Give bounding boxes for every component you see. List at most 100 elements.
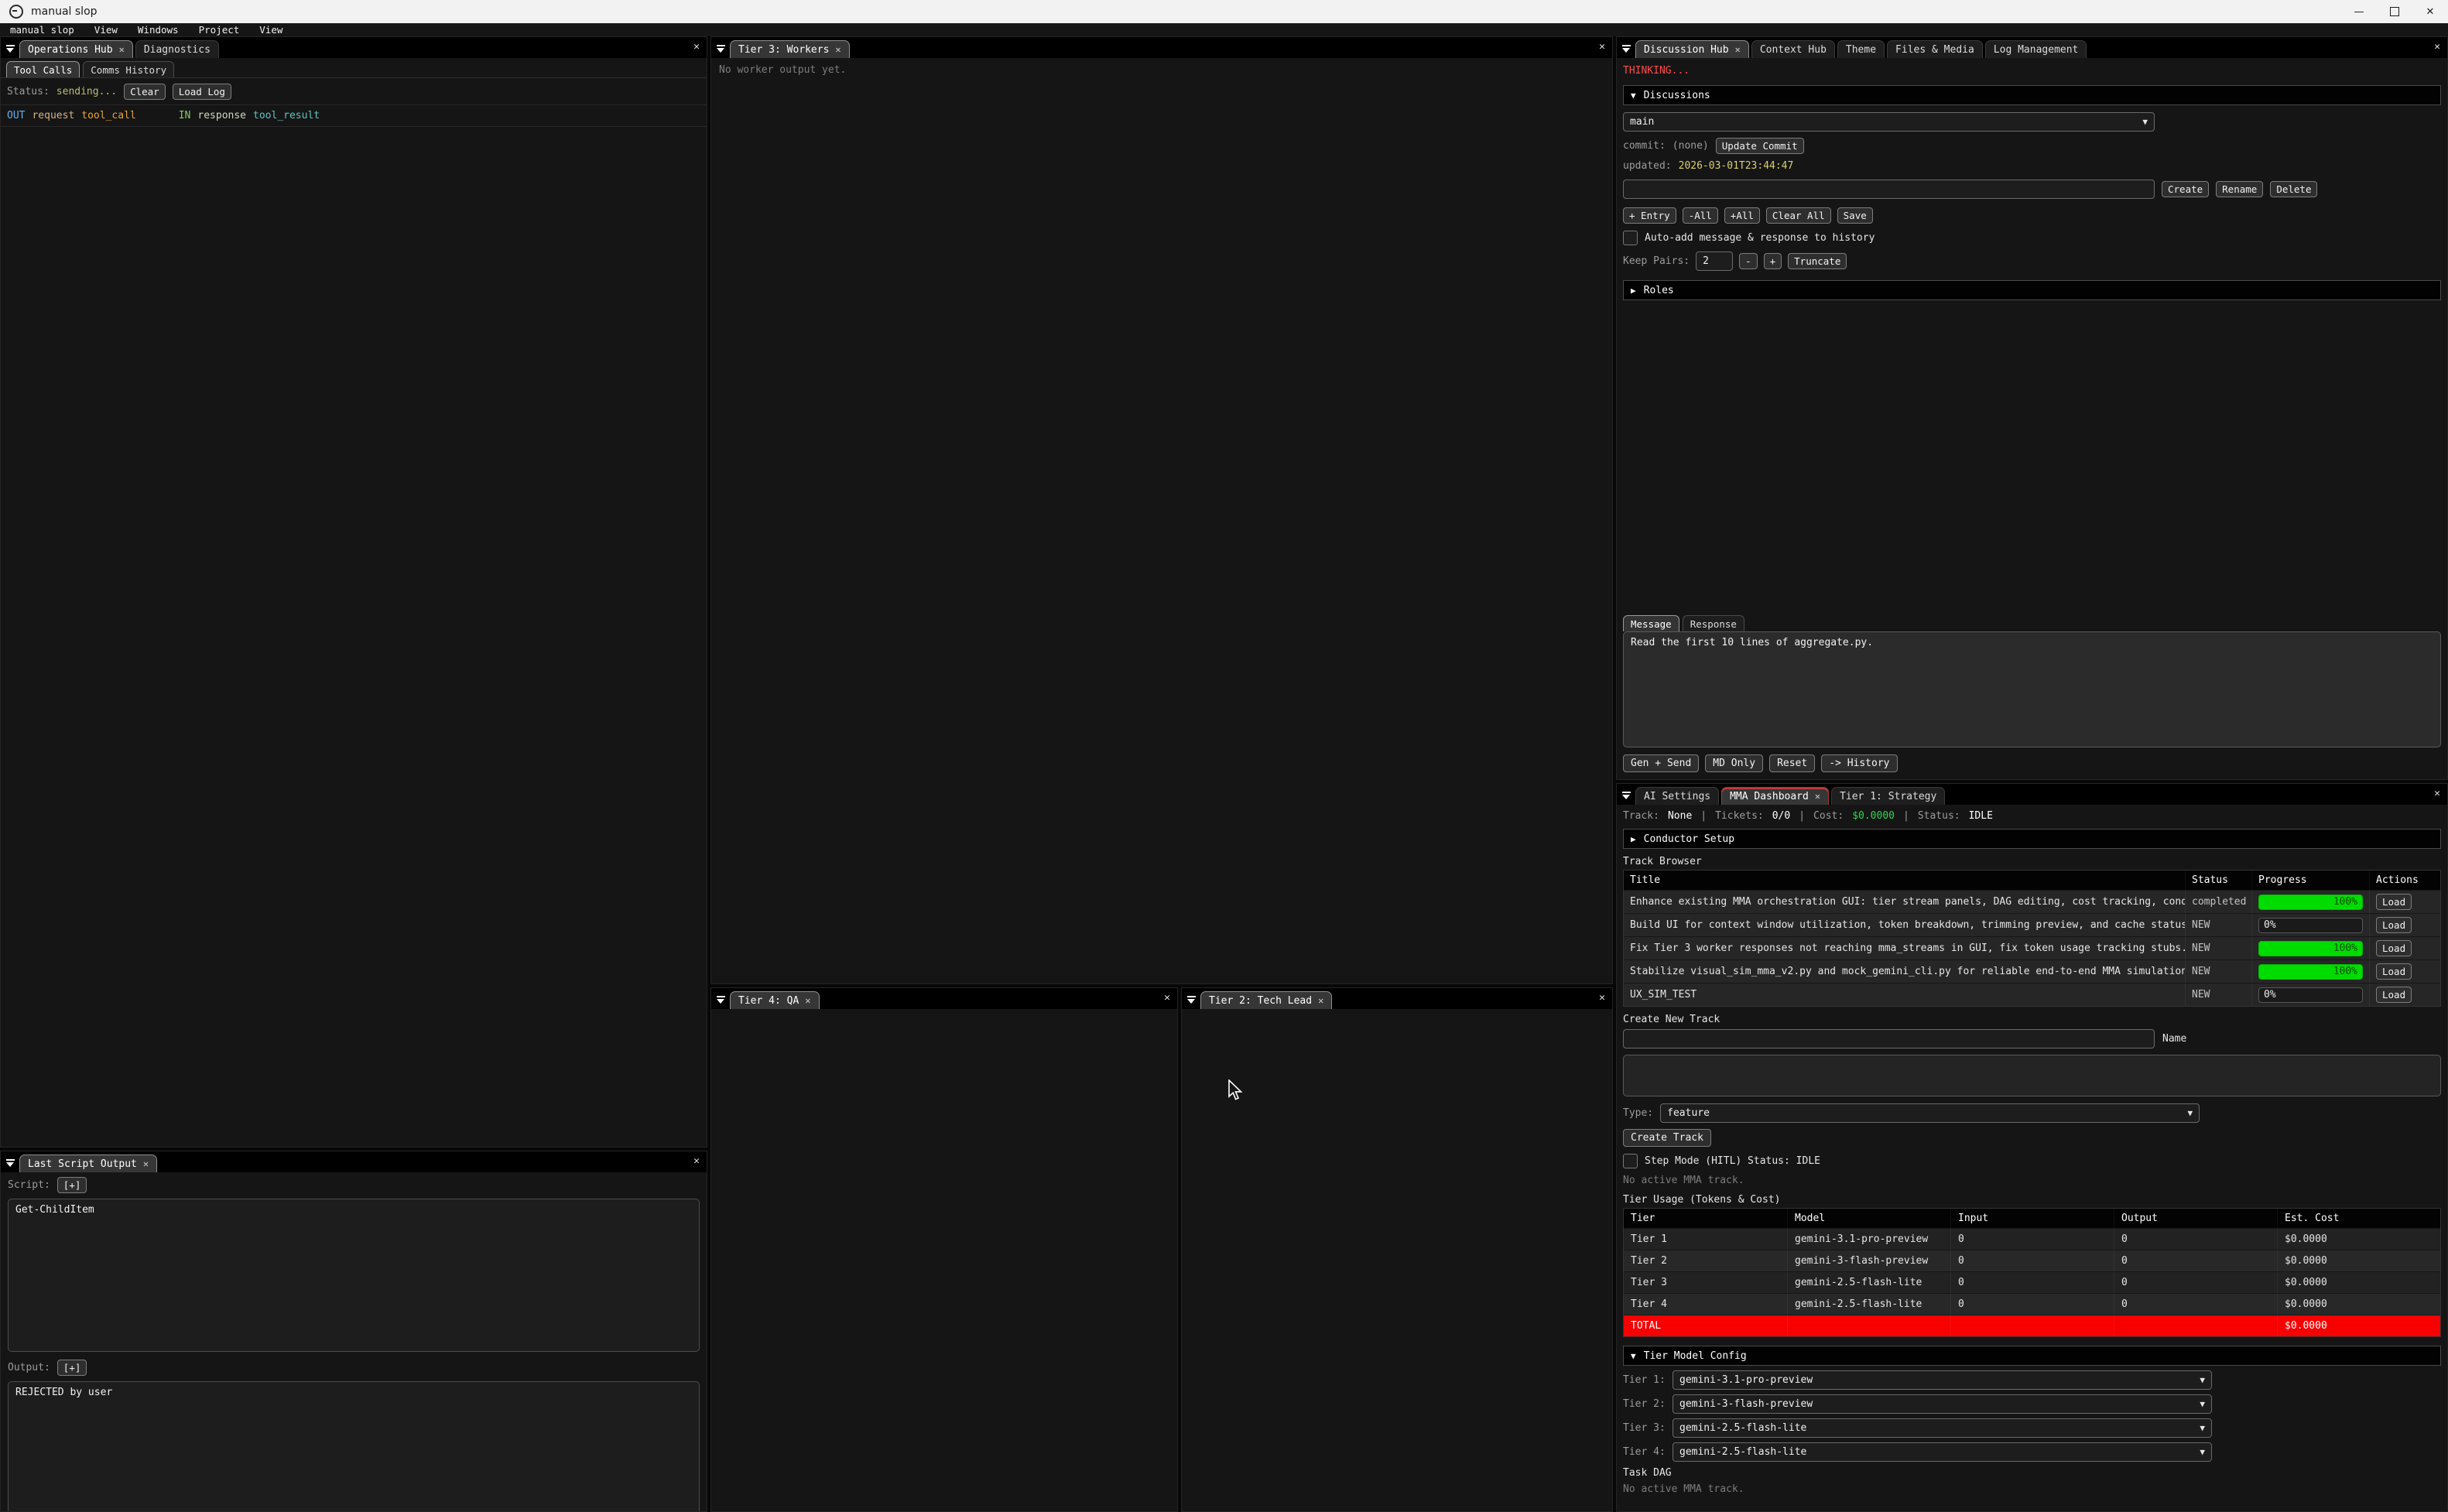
tab-close-icon[interactable]: ✕ <box>119 44 125 55</box>
gen-send-button[interactable]: Gen + Send <box>1623 754 1699 772</box>
tab-close-icon[interactable]: ✕ <box>1735 44 1741 55</box>
tab-close-icon[interactable]: ✕ <box>143 1158 149 1169</box>
dock-menu-icon[interactable] <box>1 39 19 58</box>
tier-model-config-header[interactable]: ▼ Tier Model Config <box>1623 1346 2441 1366</box>
tier2-model-select[interactable]: gemini-3-flash-preview ▼ <box>1673 1394 2212 1414</box>
panel-close-icon[interactable]: ✕ <box>693 41 700 53</box>
load-button[interactable]: Load <box>2376 940 2412 956</box>
truncate-button[interactable]: Truncate <box>1788 253 1847 269</box>
message-tab[interactable]: Message <box>1623 615 1679 631</box>
table-row[interactable]: Fix Tier 3 worker responses not reaching… <box>1624 936 2440 960</box>
collapse-all-button[interactable]: -All <box>1683 207 1718 224</box>
tab-close-icon[interactable]: ✕ <box>1815 791 1820 802</box>
tab-tier3-workers[interactable]: Tier 3: Workers ✕ <box>730 40 850 58</box>
tab-mma-dashboard[interactable]: MMA Dashboard ✕ <box>1721 787 1829 805</box>
conductor-setup-header[interactable]: ▶ Conductor Setup <box>1623 829 2441 849</box>
tab-theme[interactable]: Theme <box>1837 40 1885 58</box>
tab-tier1-strategy[interactable]: Tier 1: Strategy <box>1831 787 1945 805</box>
tab-last-script-output[interactable]: Last Script Output ✕ <box>19 1155 157 1172</box>
load-log-button[interactable]: Load Log <box>173 84 231 100</box>
dock-menu-icon[interactable] <box>1617 39 1635 58</box>
discussions-section-header[interactable]: ▼ Discussions <box>1623 85 2441 105</box>
table-row[interactable]: Enhance existing MMA orchestration GUI: … <box>1624 890 2440 913</box>
tab-close-icon[interactable]: ✕ <box>835 44 841 55</box>
rename-button[interactable]: Rename <box>2216 181 2263 197</box>
panel-close-icon[interactable]: ✕ <box>693 1155 700 1167</box>
table-row[interactable]: UX_SIM_TEST NEW 0% Load <box>1624 983 2440 1006</box>
track-type-select[interactable]: feature ▼ <box>1660 1103 2200 1123</box>
update-commit-button[interactable]: Update Commit <box>1716 138 1804 154</box>
tab-tier4-qa[interactable]: Tier 4: QA ✕ <box>730 991 820 1009</box>
tab-close-icon[interactable]: ✕ <box>1318 995 1323 1006</box>
tab-log-management[interactable]: Log Management <box>1985 40 2087 58</box>
table-row[interactable]: Build UI for context window utilization,… <box>1624 913 2440 936</box>
close-button[interactable]: ✕ <box>2412 0 2448 23</box>
dock-menu-icon[interactable] <box>1 1154 19 1172</box>
dock-menu-icon[interactable] <box>1182 990 1200 1009</box>
tier4-model-select[interactable]: gemini-2.5-flash-lite ▼ <box>1673 1442 2212 1462</box>
expand-all-button[interactable]: +All <box>1724 207 1760 224</box>
load-button[interactable]: Load <box>2376 894 2412 910</box>
tab-close-icon[interactable]: ✕ <box>805 995 810 1006</box>
tab-tier2-techlead[interactable]: Tier 2: Tech Lead ✕ <box>1200 991 1332 1009</box>
dock-menu-icon[interactable] <box>1617 786 1635 805</box>
tab-context-hub[interactable]: Context Hub <box>1751 40 1835 58</box>
tool-call-row[interactable]: OUT request tool_call IN response tool_r… <box>1 105 707 127</box>
add-entry-button[interactable]: + Entry <box>1623 207 1676 224</box>
to-history-button[interactable]: -> History <box>1821 754 1897 772</box>
discussion-select[interactable]: main ▼ <box>1623 112 2155 132</box>
menu-manual-slop[interactable]: manual slop <box>0 23 84 36</box>
clear-button[interactable]: Clear <box>124 84 166 100</box>
menu-project[interactable]: Project <box>189 23 250 36</box>
msg-type-tool-call: tool_call <box>81 110 135 121</box>
save-button[interactable]: Save <box>1837 207 1873 224</box>
step-mode-checkbox[interactable] <box>1623 1154 1638 1168</box>
minimize-button[interactable]: — <box>2341 0 2377 23</box>
keep-pairs-input[interactable]: 2 <box>1696 251 1733 271</box>
tab-files-media[interactable]: Files & Media <box>1887 40 1983 58</box>
tab-diagnostics[interactable]: Diagnostics <box>135 40 219 58</box>
create-track-button[interactable]: Create Track <box>1623 1129 1711 1147</box>
md-only-button[interactable]: MD Only <box>1705 754 1763 772</box>
tier3-model-select[interactable]: gemini-2.5-flash-lite ▼ <box>1673 1418 2212 1438</box>
create-button[interactable]: Create <box>2162 181 2209 197</box>
panel-close-icon[interactable]: ✕ <box>1599 992 1605 1004</box>
script-expand-button[interactable]: [+] <box>57 1177 87 1193</box>
autoadd-checkbox[interactable] <box>1623 231 1638 245</box>
tab-ai-settings[interactable]: AI Settings <box>1635 787 1719 805</box>
panel-close-icon[interactable]: ✕ <box>2434 41 2440 53</box>
delete-button[interactable]: Delete <box>2270 181 2317 197</box>
menu-view[interactable]: View <box>84 23 128 36</box>
output-textarea[interactable]: REJECTED by user <box>8 1381 700 1512</box>
panel-close-icon[interactable]: ✕ <box>1599 41 1605 53</box>
table-row[interactable]: Stabilize visual_sim_mma_v2.py and mock_… <box>1624 960 2440 983</box>
panel-close-icon[interactable]: ✕ <box>2434 788 2440 799</box>
load-button[interactable]: Load <box>2376 963 2412 980</box>
script-textarea[interactable]: Get-ChildItem <box>8 1199 700 1352</box>
reset-button[interactable]: Reset <box>1769 754 1815 772</box>
load-button[interactable]: Load <box>2376 987 2412 1003</box>
load-button[interactable]: Load <box>2376 917 2412 933</box>
decrement-button[interactable]: - <box>1739 253 1758 269</box>
response-tab[interactable]: Response <box>1683 615 1744 631</box>
message-textarea[interactable]: Read the first 10 lines of aggregate.py. <box>1623 631 2441 747</box>
dock-menu-icon[interactable] <box>711 39 730 58</box>
menu-windows[interactable]: Windows <box>128 23 189 36</box>
track-description-textarea[interactable] <box>1623 1055 2441 1096</box>
subtab-tool-calls[interactable]: Tool Calls <box>6 61 80 77</box>
tab-discussion-hub[interactable]: Discussion Hub ✕ <box>1635 40 1749 58</box>
tab-operations-hub[interactable]: Operations Hub ✕ <box>19 40 133 58</box>
commit-value: (none) <box>1673 140 1709 152</box>
output-expand-button[interactable]: [+] <box>57 1360 87 1376</box>
track-name-input[interactable] <box>1623 1029 2155 1048</box>
panel-close-icon[interactable]: ✕ <box>1164 992 1170 1004</box>
subtab-comms-history[interactable]: Comms History <box>83 61 174 77</box>
maximize-button[interactable] <box>2377 0 2412 23</box>
tier1-model-select[interactable]: gemini-3.1-pro-preview ▼ <box>1673 1370 2212 1390</box>
menu-view-2[interactable]: View <box>249 23 293 36</box>
discussion-name-input[interactable] <box>1623 180 2155 199</box>
roles-section-header[interactable]: ▶ Roles <box>1623 280 2441 300</box>
clear-all-button[interactable]: Clear All <box>1766 207 1831 224</box>
dock-menu-icon[interactable] <box>711 990 730 1009</box>
increment-button[interactable]: + <box>1764 253 1782 269</box>
